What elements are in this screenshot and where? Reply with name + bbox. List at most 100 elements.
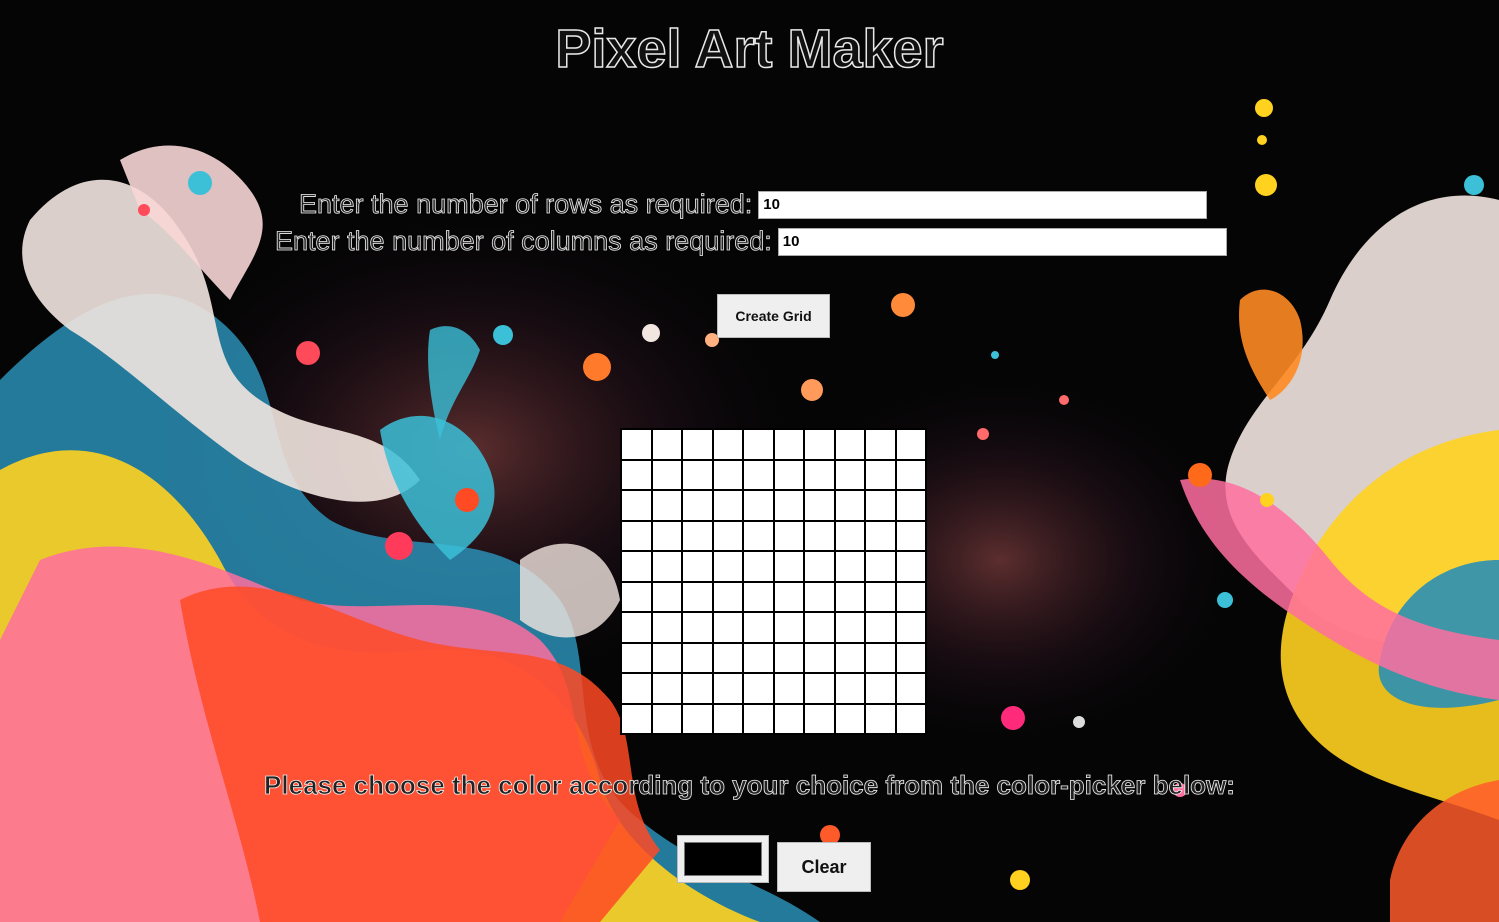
grid-cell[interactable] <box>681 550 714 583</box>
grid-cell[interactable] <box>742 519 775 552</box>
grid-cell[interactable] <box>681 611 714 644</box>
grid-cell[interactable] <box>864 672 897 705</box>
grid-cell[interactable] <box>711 550 744 583</box>
rows-input[interactable] <box>758 190 1208 219</box>
grid-cell[interactable] <box>620 489 653 522</box>
grid-cell[interactable] <box>742 641 775 674</box>
grid-cell[interactable] <box>803 428 836 461</box>
grid-cell[interactable] <box>650 702 683 735</box>
grid-cell[interactable] <box>681 489 714 522</box>
grid-cell[interactable] <box>864 458 897 491</box>
grid-cell[interactable] <box>772 672 805 705</box>
grid-cell[interactable] <box>894 519 927 552</box>
grid-cell[interactable] <box>650 458 683 491</box>
grid-cell[interactable] <box>894 550 927 583</box>
grid-cell[interactable] <box>711 428 744 461</box>
grid-cell[interactable] <box>742 458 775 491</box>
grid-cell[interactable] <box>650 611 683 644</box>
grid-cell[interactable] <box>864 611 897 644</box>
grid-cell[interactable] <box>620 641 653 674</box>
grid-cell[interactable] <box>620 519 653 552</box>
grid-cell[interactable] <box>772 458 805 491</box>
grid-cell[interactable] <box>864 489 897 522</box>
grid-cell[interactable] <box>894 580 927 613</box>
grid-cell[interactable] <box>833 458 866 491</box>
grid-cell[interactable] <box>620 458 653 491</box>
grid-cell[interactable] <box>711 641 744 674</box>
grid-cell[interactable] <box>833 641 866 674</box>
grid-cell[interactable] <box>650 428 683 461</box>
grid-cell[interactable] <box>772 641 805 674</box>
grid-cell[interactable] <box>711 611 744 644</box>
grid-cell[interactable] <box>803 611 836 644</box>
grid-cell[interactable] <box>833 672 866 705</box>
grid-cell[interactable] <box>711 580 744 613</box>
grid-cell[interactable] <box>864 580 897 613</box>
grid-cell[interactable] <box>803 550 836 583</box>
grid-cell[interactable] <box>803 672 836 705</box>
grid-cell[interactable] <box>772 519 805 552</box>
grid-cell[interactable] <box>742 489 775 522</box>
grid-cell[interactable] <box>772 550 805 583</box>
grid-cell[interactable] <box>864 641 897 674</box>
grid-cell[interactable] <box>742 428 775 461</box>
grid-cell[interactable] <box>681 672 714 705</box>
grid-cell[interactable] <box>681 519 714 552</box>
grid-cell[interactable] <box>742 672 775 705</box>
grid-cell[interactable] <box>772 611 805 644</box>
grid-cell[interactable] <box>803 489 836 522</box>
grid-cell[interactable] <box>772 580 805 613</box>
color-picker-input[interactable] <box>677 835 769 883</box>
grid-cell[interactable] <box>711 519 744 552</box>
grid-cell[interactable] <box>681 580 714 613</box>
grid-cell[interactable] <box>711 458 744 491</box>
grid-cell[interactable] <box>650 519 683 552</box>
grid-cell[interactable] <box>742 550 775 583</box>
columns-input[interactable] <box>777 227 1227 256</box>
grid-cell[interactable] <box>681 641 714 674</box>
grid-cell[interactable] <box>650 672 683 705</box>
grid-cell[interactable] <box>833 428 866 461</box>
grid-cell[interactable] <box>620 428 653 461</box>
grid-cell[interactable] <box>620 580 653 613</box>
grid-cell[interactable] <box>620 702 653 735</box>
grid-cell[interactable] <box>833 489 866 522</box>
grid-cell[interactable] <box>772 702 805 735</box>
grid-cell[interactable] <box>864 550 897 583</box>
grid-cell[interactable] <box>803 580 836 613</box>
grid-cell[interactable] <box>894 702 927 735</box>
grid-cell[interactable] <box>803 458 836 491</box>
grid-cell[interactable] <box>803 702 836 735</box>
grid-cell[interactable] <box>894 641 927 674</box>
grid-cell[interactable] <box>620 550 653 583</box>
create-grid-button[interactable]: Create Grid <box>717 294 830 338</box>
grid-cell[interactable] <box>742 580 775 613</box>
grid-cell[interactable] <box>803 641 836 674</box>
grid-cell[interactable] <box>833 702 866 735</box>
grid-cell[interactable] <box>894 672 927 705</box>
grid-cell[interactable] <box>864 428 897 461</box>
grid-cell[interactable] <box>772 489 805 522</box>
grid-cell[interactable] <box>833 550 866 583</box>
grid-cell[interactable] <box>833 580 866 613</box>
grid-cell[interactable] <box>711 702 744 735</box>
grid-cell[interactable] <box>681 428 714 461</box>
grid-cell[interactable] <box>620 672 653 705</box>
grid-cell[interactable] <box>620 611 653 644</box>
grid-cell[interactable] <box>711 489 744 522</box>
grid-cell[interactable] <box>681 458 714 491</box>
grid-cell[interactable] <box>833 611 866 644</box>
grid-cell[interactable] <box>864 519 897 552</box>
grid-cell[interactable] <box>833 519 866 552</box>
grid-cell[interactable] <box>864 702 897 735</box>
grid-cell[interactable] <box>894 458 927 491</box>
grid-cell[interactable] <box>803 519 836 552</box>
grid-cell[interactable] <box>711 672 744 705</box>
grid-cell[interactable] <box>772 428 805 461</box>
grid-cell[interactable] <box>894 428 927 461</box>
grid-cell[interactable] <box>650 550 683 583</box>
grid-cell[interactable] <box>894 489 927 522</box>
grid-cell[interactable] <box>650 489 683 522</box>
grid-cell[interactable] <box>650 580 683 613</box>
grid-cell[interactable] <box>681 702 714 735</box>
